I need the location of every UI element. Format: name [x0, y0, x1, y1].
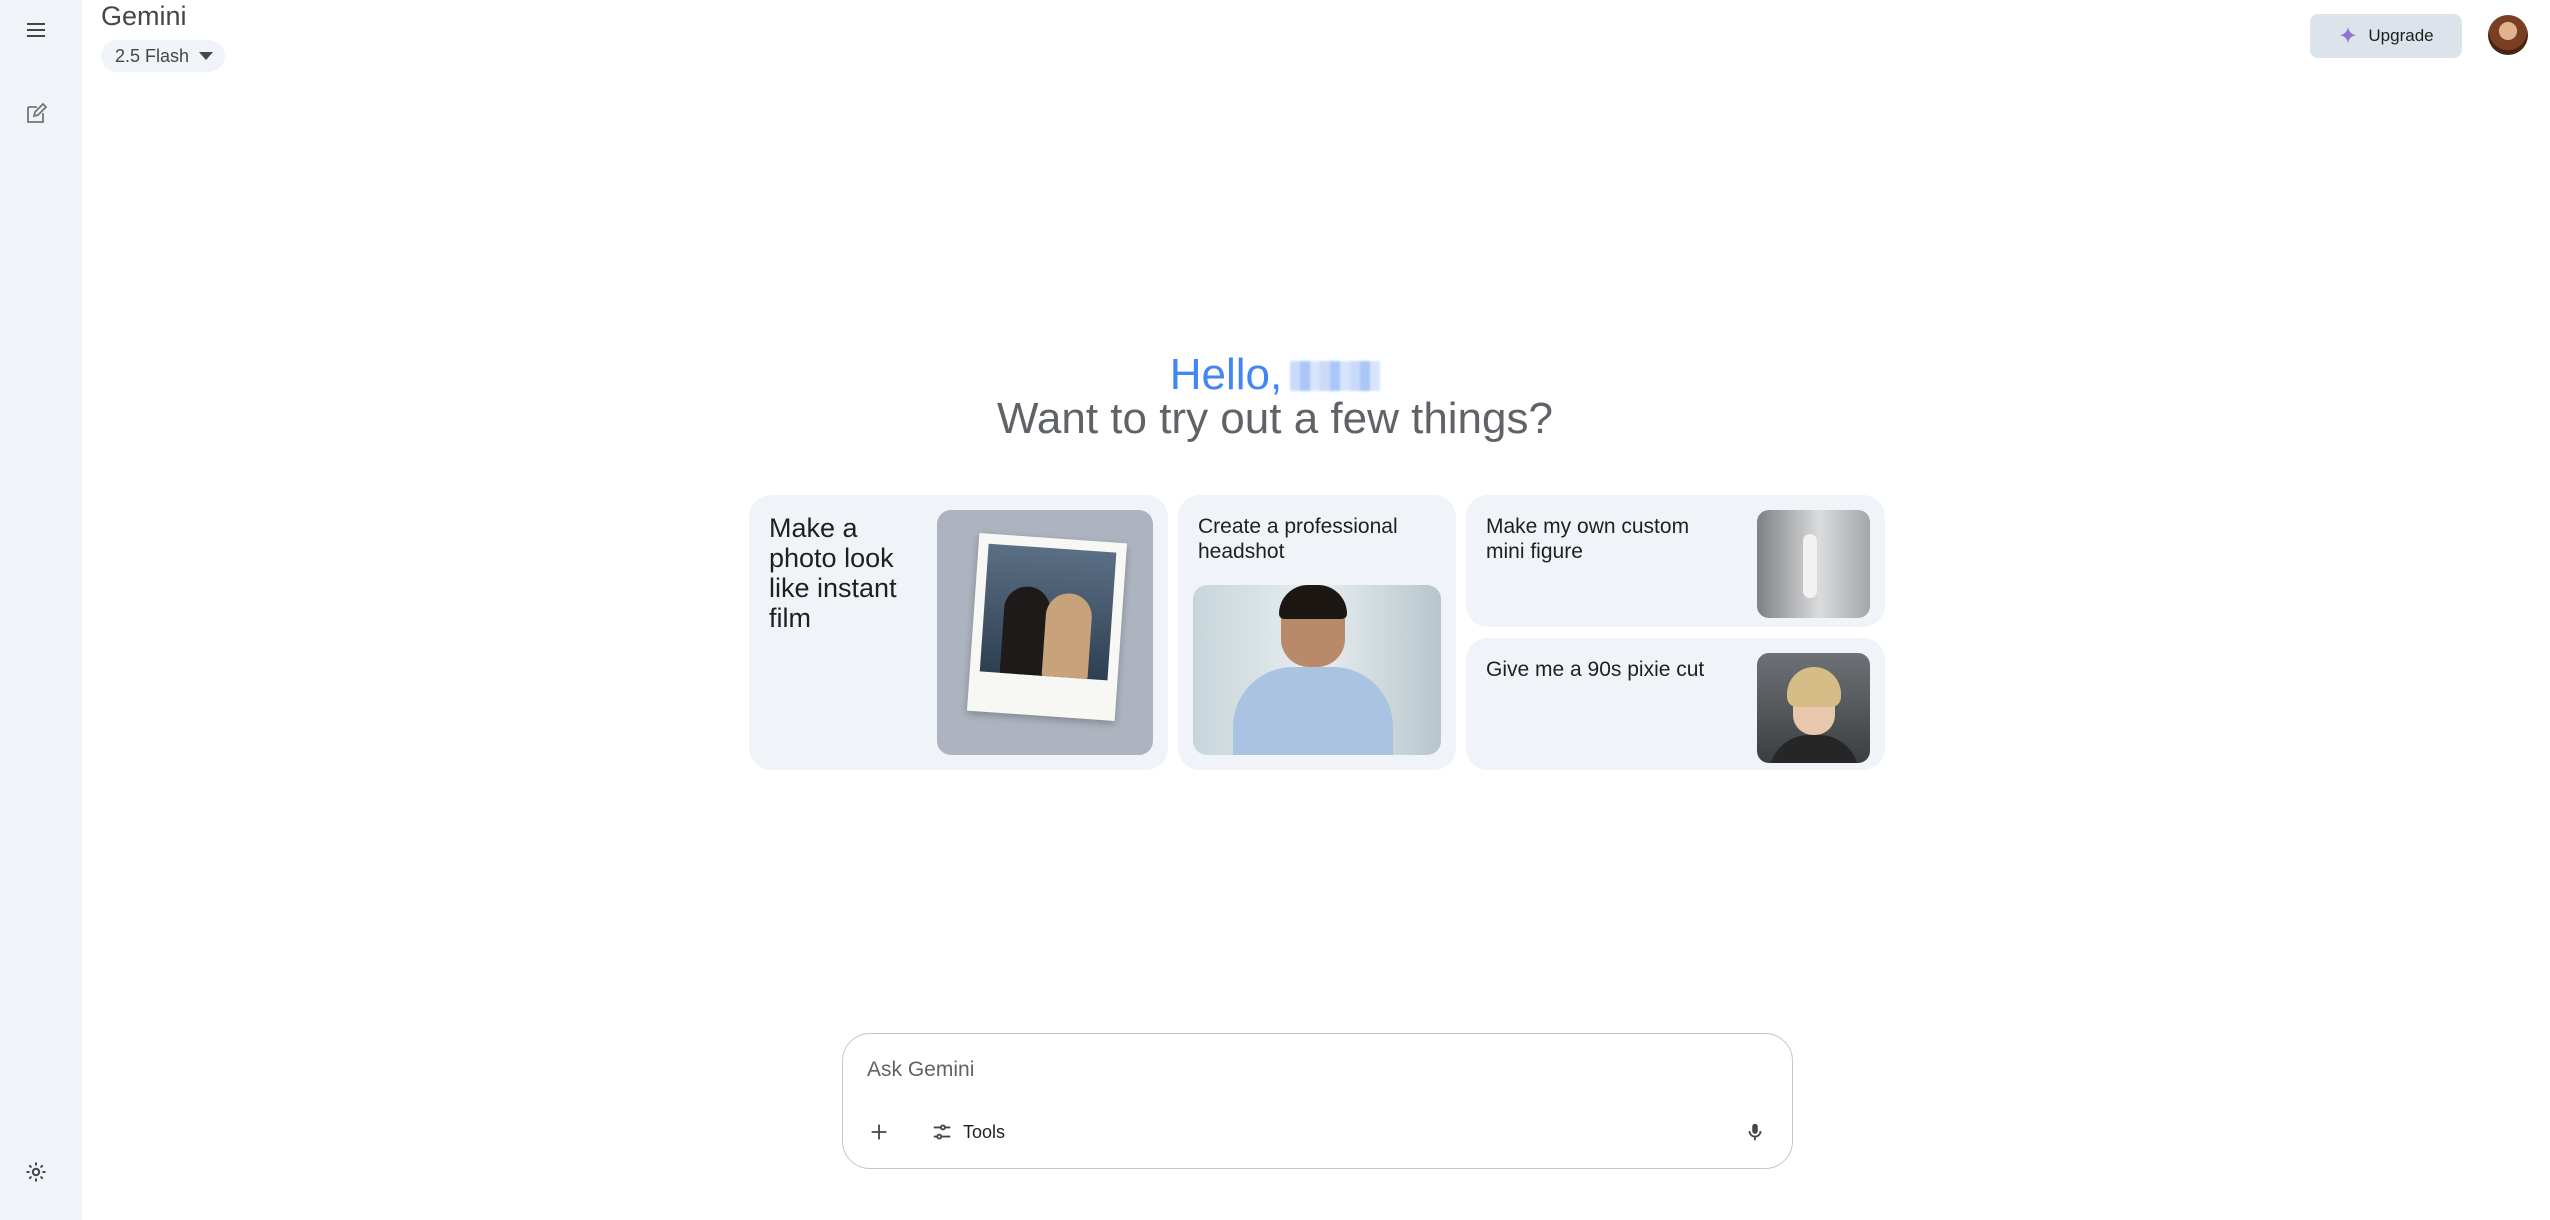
settings-button[interactable] [16, 1152, 56, 1192]
upgrade-button[interactable]: Upgrade [2310, 14, 2462, 58]
greeting-hello: Hello, [0, 350, 2550, 400]
sidebar [0, 0, 82, 1220]
tools-button[interactable]: Tools [921, 1112, 1015, 1152]
new-chat-button[interactable] [16, 94, 56, 134]
gemini-app: Gemini 2.5 Flash Upgrade Hello, Want to … [0, 0, 2550, 1220]
tools-label: Tools [963, 1121, 1006, 1142]
microphone-button[interactable] [1735, 1112, 1775, 1152]
blurred-user-name [1290, 361, 1381, 391]
gear-icon [26, 1162, 46, 1182]
card-label: Create a professional headshot [1198, 515, 1398, 563]
app-title: Gemini [101, 1, 187, 31]
card-image-pixie-cut [1757, 653, 1870, 763]
tune-icon [933, 1124, 951, 1140]
avatar[interactable] [2488, 15, 2528, 55]
main-menu-button[interactable] [16, 10, 56, 50]
prompt-input[interactable] [867, 1050, 1747, 1090]
model-picker[interactable]: 2.5 Flash [101, 40, 226, 72]
suggestion-card-pixie-cut[interactable]: Give me a 90s pixie cut [1466, 638, 1885, 770]
add-button[interactable] [859, 1112, 899, 1152]
card-label: Make my own custom mini figure [1486, 515, 1690, 563]
suggestion-card-headshot[interactable]: Create a professional headshot [1178, 495, 1456, 770]
model-label: 2.5 Flash [115, 45, 190, 66]
mic-icon [1748, 1123, 1762, 1141]
caret-down-icon [199, 52, 214, 60]
hello-text: Hello, [1169, 350, 1283, 399]
edit-icon [27, 102, 48, 123]
suggestion-card-mini-figure[interactable]: Make my own custom mini figure [1466, 495, 1885, 627]
plus-icon [871, 1124, 887, 1140]
card-image-polaroid [937, 510, 1153, 755]
upgrade-label: Upgrade [2368, 26, 2434, 45]
prompt-box: Tools [842, 1033, 1793, 1169]
card-label: Give me a 90s pixie cut [1486, 658, 1705, 681]
menu-icon [27, 23, 45, 37]
card-label: Make a photo look like instant film [769, 513, 897, 633]
suggestion-card-instant-film[interactable]: Make a photo look like instant film [749, 495, 1168, 770]
greeting-subtitle: Want to try out a few things? [997, 394, 1553, 443]
card-image-headshot [1193, 585, 1441, 755]
card-image-mini-figure [1757, 510, 1870, 618]
sparkle-icon [2340, 26, 2357, 44]
